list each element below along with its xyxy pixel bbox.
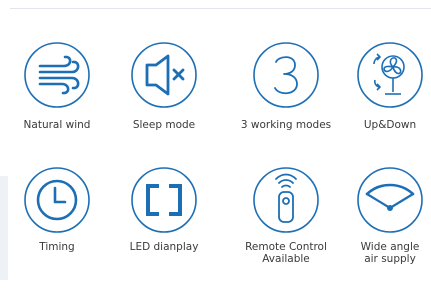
clock-icon [22,165,92,235]
number-3-icon [251,40,321,110]
feature-label: LED dianplay [129,241,199,253]
led-display-icon [129,165,199,235]
wind-icon [22,40,92,110]
mute-speaker-icon [129,40,199,110]
feature-grid: Natural wind Sleep mode 3 working modes … [0,0,431,293]
feature-label: Natural wind [23,119,91,131]
feature-label: Timing [39,241,75,253]
feature-page: Natural wind Sleep mode 3 working modes … [0,0,431,293]
feature-label: 3 working modes [240,119,332,131]
feature-label: Up&Down [363,119,417,131]
feature-label: Wide angle air supply [360,241,420,265]
remote-control-icon [251,165,321,235]
wide-angle-icon [355,165,425,235]
feature-label: Sleep mode [132,119,196,131]
feature-label: Remote Control Available [245,241,327,265]
rotating-fan-icon [355,40,425,110]
